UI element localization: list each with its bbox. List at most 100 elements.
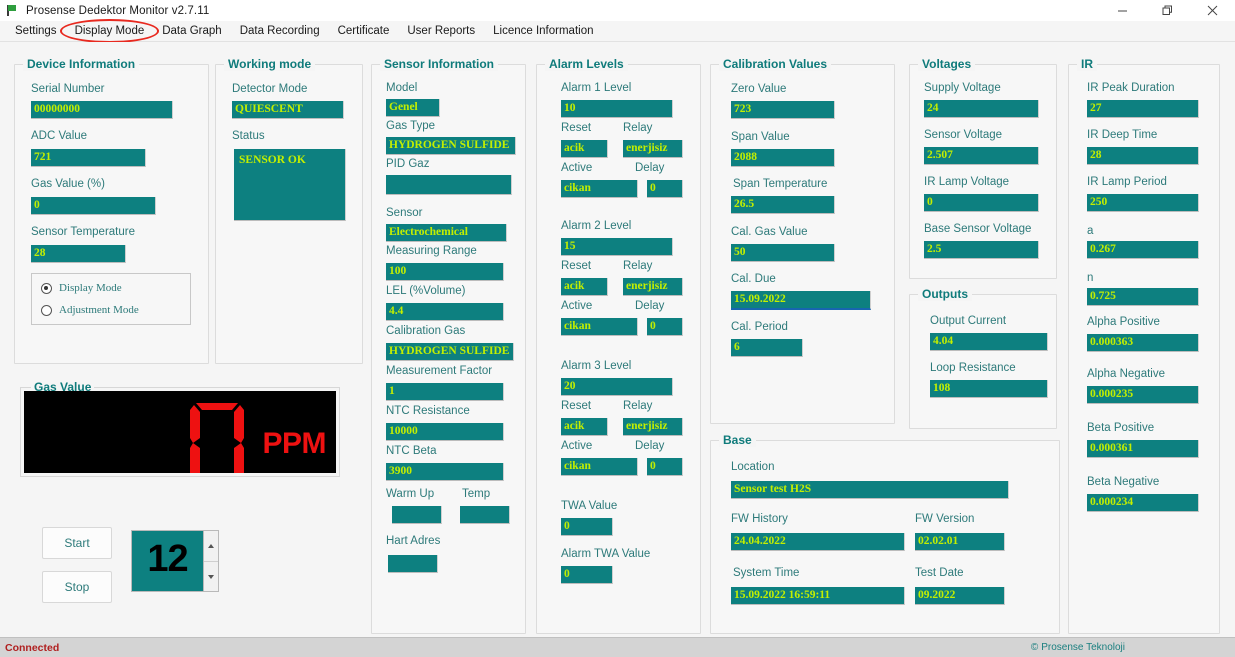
value-pid-gaz[interactable]: [386, 175, 512, 195]
value-hart-adres[interactable]: [388, 555, 438, 573]
value-cal-gas-value[interactable]: 50: [731, 244, 835, 262]
value-alarm-3-active[interactable]: cikan: [561, 458, 638, 476]
radio-adjustment-mode-label: Adjustment Mode: [59, 304, 139, 316]
value-status[interactable]: SENSOR OK: [234, 149, 346, 221]
value-alarm-2-reset[interactable]: acik: [561, 278, 608, 296]
label-location: Location: [731, 461, 774, 473]
value-alarm-1-delay[interactable]: 0: [647, 180, 683, 198]
value-temp[interactable]: [460, 506, 510, 524]
main-content: Device Information Serial Number 0000000…: [0, 42, 1235, 637]
value-warm-up[interactable]: [392, 506, 442, 524]
value-base-sensor-voltage[interactable]: 2.5: [924, 241, 1039, 259]
label-alarm-2-active: Active: [561, 300, 592, 312]
value-adc-value[interactable]: 721: [31, 149, 146, 167]
value-ntc-beta[interactable]: 3900: [386, 463, 504, 481]
menu-item-user-reports[interactable]: User Reports: [398, 23, 484, 39]
value-ir-peak-duration[interactable]: 27: [1087, 100, 1199, 118]
value-ir-n[interactable]: 0.725: [1087, 288, 1199, 306]
value-fw-history[interactable]: 24.04.2022: [731, 533, 905, 551]
value-gas-value-percent[interactable]: 0: [31, 197, 156, 215]
value-stepper[interactable]: 12: [131, 530, 219, 592]
spinner-up-icon[interactable]: [204, 531, 218, 561]
label-beta-negative: Beta Negative: [1087, 476, 1159, 488]
value-fw-version[interactable]: 02.02.01: [915, 533, 1005, 551]
value-ir-deep-time[interactable]: 28: [1087, 147, 1199, 165]
label-twa-value: TWA Value: [561, 500, 617, 512]
menu-item-settings[interactable]: Settings: [6, 23, 66, 39]
value-alarm-2-relay[interactable]: enerjisiz: [623, 278, 683, 296]
value-beta-positive[interactable]: 0.000361: [1087, 440, 1199, 458]
value-ir-a[interactable]: 0.267: [1087, 241, 1199, 259]
menu-item-licence-information[interactable]: Licence Information: [484, 23, 602, 39]
label-alarm-3-delay: Delay: [635, 440, 664, 452]
close-icon[interactable]: [1190, 0, 1235, 21]
value-test-date[interactable]: 09.2022: [915, 587, 1005, 605]
value-alarm-2-active[interactable]: cikan: [561, 318, 638, 336]
value-measurement-factor[interactable]: 1: [386, 383, 504, 401]
value-alarm-3-delay[interactable]: 0: [647, 458, 683, 476]
menu-item-data-graph[interactable]: Data Graph: [153, 23, 230, 39]
start-button[interactable]: Start: [42, 527, 112, 559]
value-span-temperature[interactable]: 26.5: [731, 196, 835, 214]
value-alarm-1-relay[interactable]: enerjisiz: [623, 140, 683, 158]
value-measuring-range[interactable]: 100: [386, 263, 504, 281]
label-alarm-1-active: Active: [561, 162, 592, 174]
value-alarm-2-delay[interactable]: 0: [647, 318, 683, 336]
value-ir-lamp-voltage[interactable]: 0: [924, 194, 1039, 212]
minimize-icon[interactable]: [1100, 0, 1145, 21]
label-alarm-2-delay: Delay: [635, 300, 664, 312]
value-beta-negative[interactable]: 0.000234: [1087, 494, 1199, 512]
value-alarm-3-level[interactable]: 20: [561, 378, 673, 396]
menu-item-display-mode[interactable]: Display Mode: [66, 23, 154, 39]
label-span-temperature: Span Temperature: [733, 178, 827, 190]
value-span-value[interactable]: 2088: [731, 149, 835, 167]
value-alarm-3-reset[interactable]: acik: [561, 418, 608, 436]
value-alarm-1-level[interactable]: 10: [561, 100, 673, 118]
value-alpha-negative[interactable]: 0.000235: [1087, 386, 1199, 404]
label-alarm-2-level: Alarm 2 Level: [561, 220, 631, 232]
group-working-mode-title: Working mode: [224, 57, 315, 71]
value-ntc-resistance[interactable]: 10000: [386, 423, 504, 441]
value-twa-value[interactable]: 0: [561, 518, 613, 536]
value-detector-mode[interactable]: QUIESCENT: [232, 101, 344, 119]
label-alarm-2-relay: Relay: [623, 260, 652, 272]
value-calibration-gas[interactable]: HYDROGEN SULFIDE: [386, 343, 514, 361]
value-lel-volume[interactable]: 4.4: [386, 303, 504, 321]
menu-item-certificate[interactable]: Certificate: [329, 23, 399, 39]
menu-item-data-recording[interactable]: Data Recording: [231, 23, 329, 39]
value-output-current[interactable]: 4.04: [930, 333, 1048, 351]
value-model[interactable]: Genel: [386, 99, 440, 117]
value-location[interactable]: Sensor test H2S: [731, 481, 1009, 499]
spinner-down-icon[interactable]: [204, 561, 218, 591]
radio-display-mode[interactable]: Display Mode: [32, 277, 190, 299]
label-serial-number: Serial Number: [31, 83, 105, 95]
radio-adjustment-mode-icon: [41, 305, 52, 316]
value-cal-due[interactable]: 15.09.2022: [731, 291, 871, 310]
value-zero-value[interactable]: 723: [731, 101, 835, 119]
mode-radio-group: Display Mode Adjustment Mode: [31, 273, 191, 325]
value-sensor-temperature[interactable]: 28: [31, 245, 126, 263]
label-alarm-3-relay: Relay: [623, 400, 652, 412]
label-cal-period: Cal. Period: [731, 321, 788, 333]
restore-icon[interactable]: [1145, 0, 1190, 21]
value-alarm-2-level[interactable]: 15: [561, 238, 673, 256]
stop-button[interactable]: Stop: [42, 571, 112, 603]
value-alpha-positive[interactable]: 0.000363: [1087, 334, 1199, 352]
value-alarm-3-relay[interactable]: enerjisiz: [623, 418, 683, 436]
value-alarm-1-active[interactable]: cikan: [561, 180, 638, 198]
value-loop-resistance[interactable]: 108: [930, 380, 1048, 398]
value-sensor-voltage[interactable]: 2.507: [924, 147, 1039, 165]
group-device-information: Device Information Serial Number 0000000…: [14, 64, 209, 364]
value-gas-type[interactable]: HYDROGEN SULFIDE: [386, 137, 516, 155]
radio-adjustment-mode[interactable]: Adjustment Mode: [32, 299, 190, 321]
value-system-time[interactable]: 15.09.2022 16:59:11: [731, 587, 905, 605]
value-ir-lamp-period[interactable]: 250: [1087, 194, 1199, 212]
label-ir-deep-time: IR Deep Time: [1087, 129, 1157, 141]
value-alarm-1-reset[interactable]: acik: [561, 140, 608, 158]
value-supply-voltage[interactable]: 24: [924, 100, 1039, 118]
label-alpha-positive: Alpha Positive: [1087, 316, 1160, 328]
value-serial-number[interactable]: 00000000: [31, 101, 173, 119]
value-sensor[interactable]: Electrochemical: [386, 224, 507, 242]
value-cal-period[interactable]: 6: [731, 339, 803, 357]
value-alarm-twa-value[interactable]: 0: [561, 566, 613, 584]
